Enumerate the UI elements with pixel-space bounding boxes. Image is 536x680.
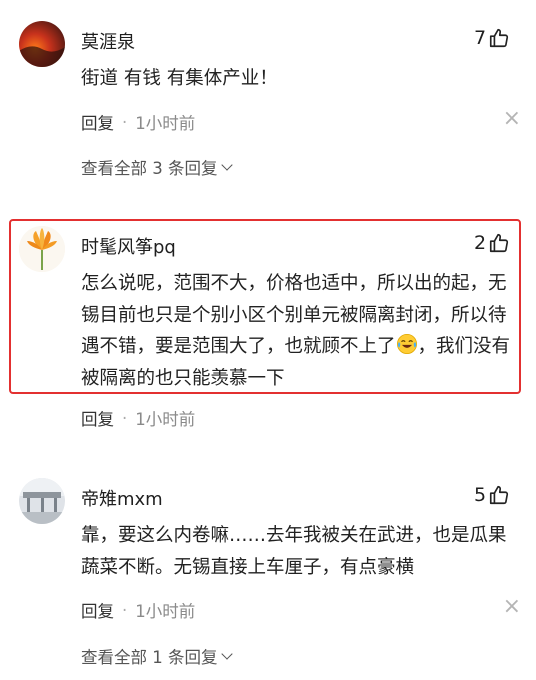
thumbs-up-icon	[490, 233, 509, 253]
avatar[interactable]	[19, 226, 65, 272]
like-count: 5	[474, 484, 487, 506]
comment-meta: 回复 · 1小时前	[81, 598, 195, 622]
timestamp: 1小时前	[135, 602, 196, 621]
separator-dot: ·	[122, 112, 128, 132]
close-icon[interactable]: ×	[503, 596, 521, 618]
close-icon[interactable]: ×	[503, 108, 521, 130]
sunset-avatar-icon	[19, 21, 65, 67]
username[interactable]: 莫涯泉	[81, 28, 135, 54]
like-count: 7	[474, 27, 487, 49]
chevron-down-icon	[220, 159, 233, 171]
like-button[interactable]: 5	[474, 484, 510, 506]
reply-button[interactable]: 回复	[81, 110, 114, 134]
like-count: 2	[474, 232, 487, 254]
comment-text: 街道 有钱 有集体产业！	[81, 68, 278, 89]
timestamp: 1小时前	[135, 410, 196, 429]
chevron-down-icon	[220, 648, 233, 660]
view-all-replies-button[interactable]: 查看全部 1 条回复	[81, 644, 233, 668]
separator-dot: ·	[122, 600, 128, 620]
avatar[interactable]	[19, 478, 65, 524]
username[interactable]: 帝雉mxm	[81, 485, 163, 511]
comment-text: 靠，要这么内卷嘛……去年我被关在武进，也是瓜果蔬菜不断。无锡直接上车厘子，有点豪…	[81, 525, 507, 578]
thumbs-up-icon	[490, 28, 509, 48]
comment-text: 怎么说呢，范围不大，价格也适中，所以出的起，无锡目前也只是个别小区个别单元被隔离…	[81, 268, 521, 394]
timestamp: 1小时前	[135, 114, 196, 133]
separator-dot: ·	[122, 408, 128, 428]
avatar[interactable]	[19, 21, 65, 67]
comment-meta: 回复 · 1小时前	[81, 110, 195, 134]
comment-meta: 回复 · 1小时前	[81, 406, 195, 430]
laughing-crying-emoji-icon	[396, 334, 417, 354]
username[interactable]: 时髦风筝pq	[81, 233, 176, 259]
street-avatar-icon	[19, 478, 65, 524]
like-button[interactable]: 7	[474, 27, 510, 49]
like-button[interactable]: 2	[474, 232, 510, 254]
view-all-replies-button[interactable]: 查看全部 3 条回复	[81, 155, 233, 179]
view-all-replies-label: 查看全部 1 条回复	[81, 648, 218, 667]
view-all-replies-label: 查看全部 3 条回复	[81, 159, 218, 178]
reply-button[interactable]: 回复	[81, 406, 114, 430]
reply-button[interactable]: 回复	[81, 598, 114, 622]
flower-avatar-icon	[19, 226, 65, 272]
thumbs-up-icon	[490, 485, 509, 505]
